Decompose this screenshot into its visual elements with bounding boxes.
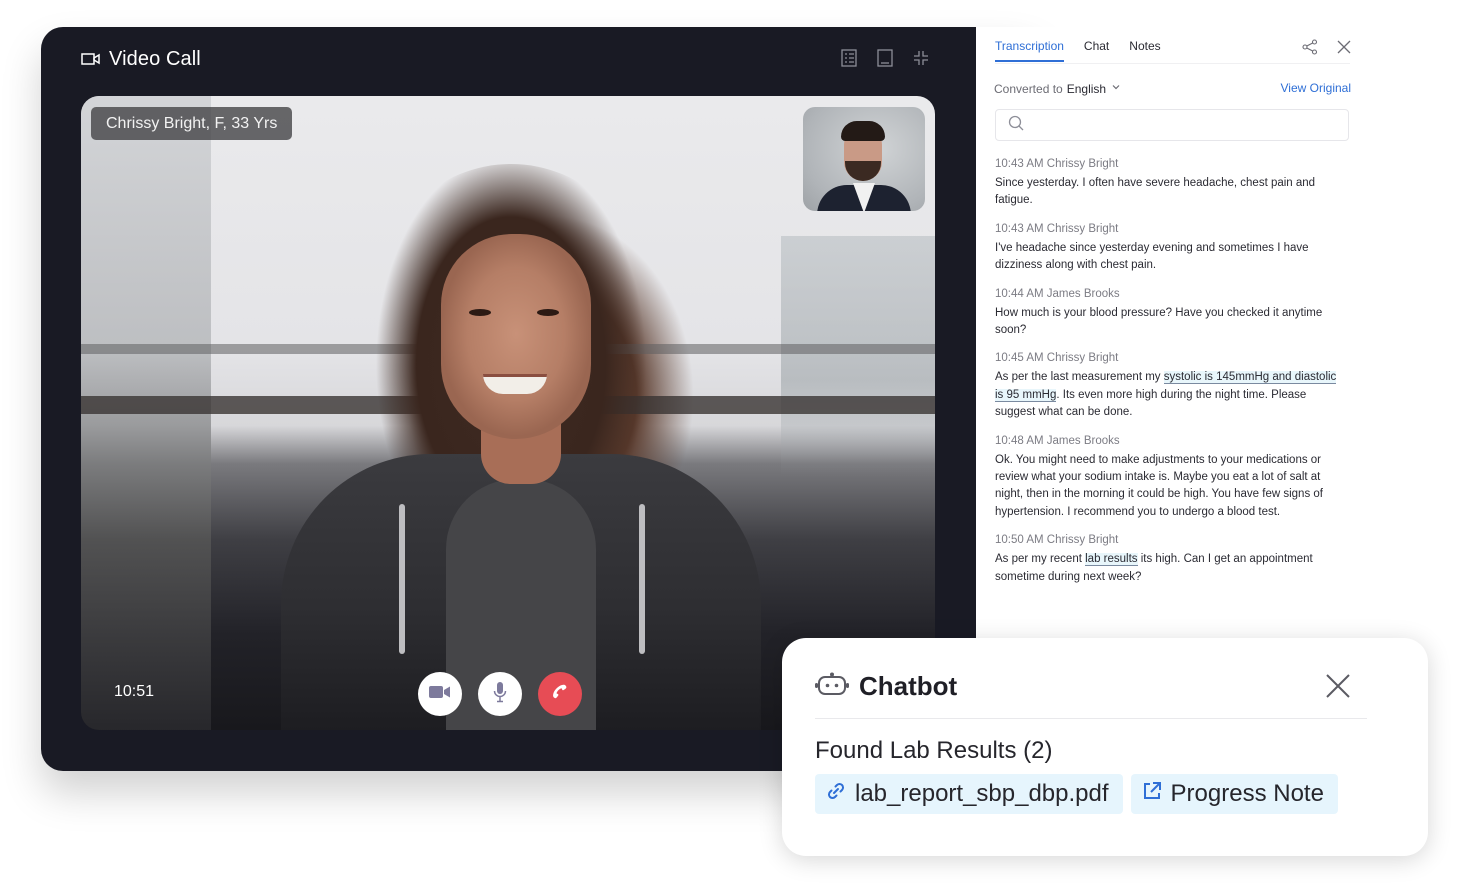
transcript-list-icon[interactable] xyxy=(839,48,859,68)
converted-label: Converted to xyxy=(994,81,1063,96)
tabs-divider xyxy=(995,63,1350,64)
message-meta: 10:50 AM Chrissy Bright xyxy=(995,534,1119,547)
patient-video-image xyxy=(281,164,761,730)
progress-note-label: Progress Note xyxy=(1170,780,1324,807)
message-meta: 10:43 AM Chrissy Bright xyxy=(995,222,1119,235)
transcript-search[interactable] xyxy=(995,109,1349,141)
message-text-segment: As per my recent xyxy=(995,553,1086,566)
tab-chat[interactable]: Chat xyxy=(1084,39,1109,62)
video-call-tools xyxy=(839,48,931,68)
call-timer: 10:51 xyxy=(114,683,155,700)
transcript-message: 10:44 AM James Brooks How much is your bl… xyxy=(995,286,1345,340)
microphone-icon xyxy=(493,681,507,708)
message-text: How much is your blood pressure? Have yo… xyxy=(995,305,1345,340)
message-meta: 10:44 AM James Brooks xyxy=(995,287,1120,300)
progress-note-link[interactable]: Progress Note xyxy=(1130,774,1338,814)
camera-icon xyxy=(429,685,451,704)
search-icon xyxy=(1008,115,1024,136)
transcript-message: 10:43 AM Chrissy Bright I've headache sin… xyxy=(995,221,1345,275)
message-text: As per my recent lab results its high. C… xyxy=(995,551,1345,586)
message-text: As per the last measurement my systolic … xyxy=(995,369,1345,421)
highlighted-term[interactable]: lab results xyxy=(1085,553,1138,567)
minimize-icon[interactable] xyxy=(911,48,931,68)
transcript-message: 10:45 AM Chrissy Bright As per the last m… xyxy=(995,350,1345,421)
transcript-messages: 10:43 AM Chrissy Bright Since yesterday. … xyxy=(995,156,1345,597)
lab-report-label: lab_report_sbp_dbp.pdf xyxy=(855,780,1109,807)
found-results-label: Found Lab Results (2) xyxy=(815,737,1053,764)
transcription-panel: Transcription Chat Notes Converted to En… xyxy=(976,27,1368,667)
robot-icon xyxy=(815,672,849,701)
caller-name-tag: Chrissy Bright, F, 33 Yrs xyxy=(91,107,293,140)
main-video-feed: Chrissy Bright, F, 33 Yrs 10:51 xyxy=(81,96,935,730)
chatbot-divider xyxy=(815,718,1367,719)
message-text: Ok. You might need to make adjustments t… xyxy=(995,452,1345,522)
link-icon xyxy=(825,780,847,809)
message-text-segment: Since yesterday. I often have severe hea… xyxy=(995,177,1316,207)
share-icon[interactable] xyxy=(1301,38,1319,56)
message-meta: 10:43 AM Chrissy Bright xyxy=(995,158,1119,170)
message-text-segment: Ok. You might need to make adjustments t… xyxy=(995,453,1323,518)
search-input[interactable] xyxy=(1032,111,1348,139)
video-call-header: Video Call xyxy=(81,47,201,71)
end-call-button[interactable] xyxy=(538,672,582,716)
panel-tabs: Transcription Chat Notes xyxy=(995,39,1161,62)
tab-notes[interactable]: Notes xyxy=(1129,39,1160,62)
microphone-toggle-button[interactable] xyxy=(478,672,522,716)
video-call-title: Video Call xyxy=(109,47,201,70)
phone-icon xyxy=(550,682,570,707)
message-text-segment: As per the last measurement my xyxy=(995,371,1164,384)
message-meta: 10:45 AM Chrissy Bright xyxy=(995,352,1119,365)
call-controls xyxy=(418,672,582,716)
close-chatbot-icon[interactable] xyxy=(1324,672,1352,700)
message-text: Since yesterday. I often have severe hea… xyxy=(995,175,1345,210)
chatbot-card: Chatbot Found Lab Results (2) lab_report… xyxy=(782,638,1428,856)
chevron-down-icon xyxy=(1110,81,1122,96)
message-text-segment: How much is your blood pressure? Have yo… xyxy=(995,306,1323,337)
message-text: I've headache since yesterday evening an… xyxy=(995,240,1345,275)
transcript-message: 10:48 AM James Brooks Ok. You might need … xyxy=(995,433,1345,522)
transcript-message: 10:50 AM Chrissy Bright As per my recent … xyxy=(995,532,1345,586)
panel-icon[interactable] xyxy=(875,48,895,68)
message-meta: 10:48 AM James Brooks xyxy=(995,434,1120,447)
lab-results-list: lab_report_sbp_dbp.pdf Progress Note xyxy=(815,774,1338,814)
transcript-message: 10:43 AM Chrissy Bright Since yesterday. … xyxy=(995,156,1345,210)
lab-report-link[interactable]: lab_report_sbp_dbp.pdf xyxy=(815,774,1123,814)
external-link-icon xyxy=(1141,780,1163,809)
language-value: English xyxy=(1066,81,1107,96)
language-select[interactable]: Converted to English xyxy=(994,81,1122,96)
message-text-segment: I've headache since yesterday evening an… xyxy=(995,241,1309,272)
chatbot-title: Chatbot xyxy=(859,671,958,701)
camera-toggle-button[interactable] xyxy=(418,672,462,716)
tab-transcription[interactable]: Transcription xyxy=(995,39,1064,62)
doctor-pip-video[interactable] xyxy=(803,107,925,211)
close-panel-icon[interactable] xyxy=(1335,38,1353,56)
video-camera-icon xyxy=(81,52,101,66)
view-original-link[interactable]: View Original xyxy=(1281,81,1351,96)
